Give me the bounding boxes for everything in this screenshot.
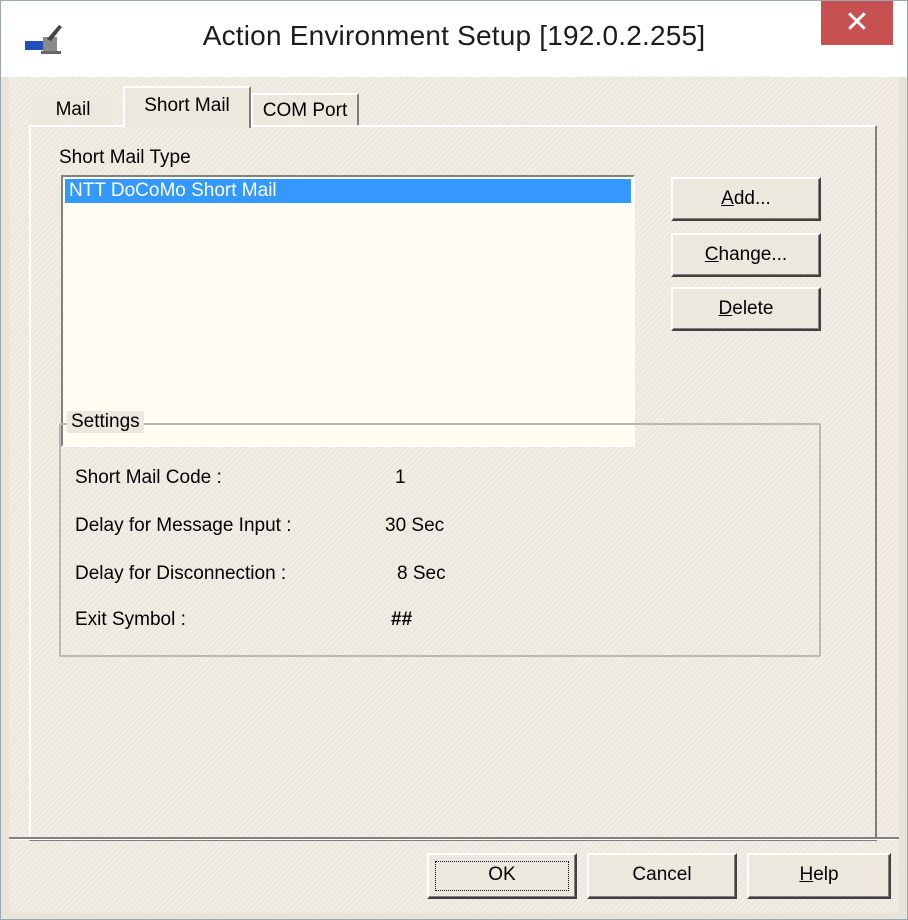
add-button[interactable]: Add... [671, 177, 821, 221]
delete-button[interactable]: Delete [671, 287, 821, 331]
disconnection-delay-label: Delay for Disconnection : [75, 563, 287, 584]
help-mnemonic: H [799, 864, 814, 885]
short-mail-type-list[interactable]: NTT DoCoMo Short Mail [61, 175, 635, 447]
short-mail-type-label: Short Mail Type [59, 147, 191, 168]
cancel-label: Cancel [632, 864, 692, 885]
tab-mail[interactable]: Mail [33, 95, 113, 125]
title-bar[interactable]: Action Environment Setup [192.0.2.255] ✕ [1, 1, 907, 77]
env-setup-icon [25, 25, 62, 54]
ok-button[interactable]: OK [427, 853, 577, 899]
delete-mnemonic: D [718, 298, 733, 319]
delete-label: elete [732, 298, 774, 319]
help-button[interactable]: Help [747, 853, 891, 899]
client-area: Mail Short Mail COM Port Short Mail Type… [9, 77, 899, 913]
help-label: elp [813, 864, 839, 885]
dialog-window: Action Environment Setup [192.0.2.255] ✕… [0, 0, 908, 920]
message-input-delay-label: Delay for Message Input : [75, 515, 292, 536]
window-title: Action Environment Setup [192.0.2.255] [202, 20, 706, 51]
exit-symbol-label: Exit Symbol : [75, 609, 186, 630]
cancel-button[interactable]: Cancel [587, 853, 737, 899]
change-mnemonic: C [704, 244, 719, 265]
focus-rect [435, 861, 569, 891]
disconnection-delay-value: 8 Sec [397, 563, 446, 584]
change-button[interactable]: Change... [671, 233, 821, 277]
short-mail-code-value: 1 [395, 467, 406, 488]
message-input-delay-value: 30 Sec [385, 515, 445, 536]
tab-com-port[interactable]: COM Port [251, 93, 359, 127]
list-item[interactable]: NTT DoCoMo Short Mail [65, 179, 631, 203]
settings-title: Settings [67, 411, 144, 433]
close-icon[interactable]: ✕ [821, 1, 893, 45]
footer-separator [9, 837, 899, 840]
tab-short-mail[interactable]: Short Mail [123, 86, 251, 128]
short-mail-code-label: Short Mail Code : [75, 467, 222, 488]
add-label: dd... [733, 188, 771, 209]
change-label: hange... [718, 244, 788, 265]
exit-symbol-value: ## [391, 609, 413, 630]
add-mnemonic: A [721, 188, 734, 209]
